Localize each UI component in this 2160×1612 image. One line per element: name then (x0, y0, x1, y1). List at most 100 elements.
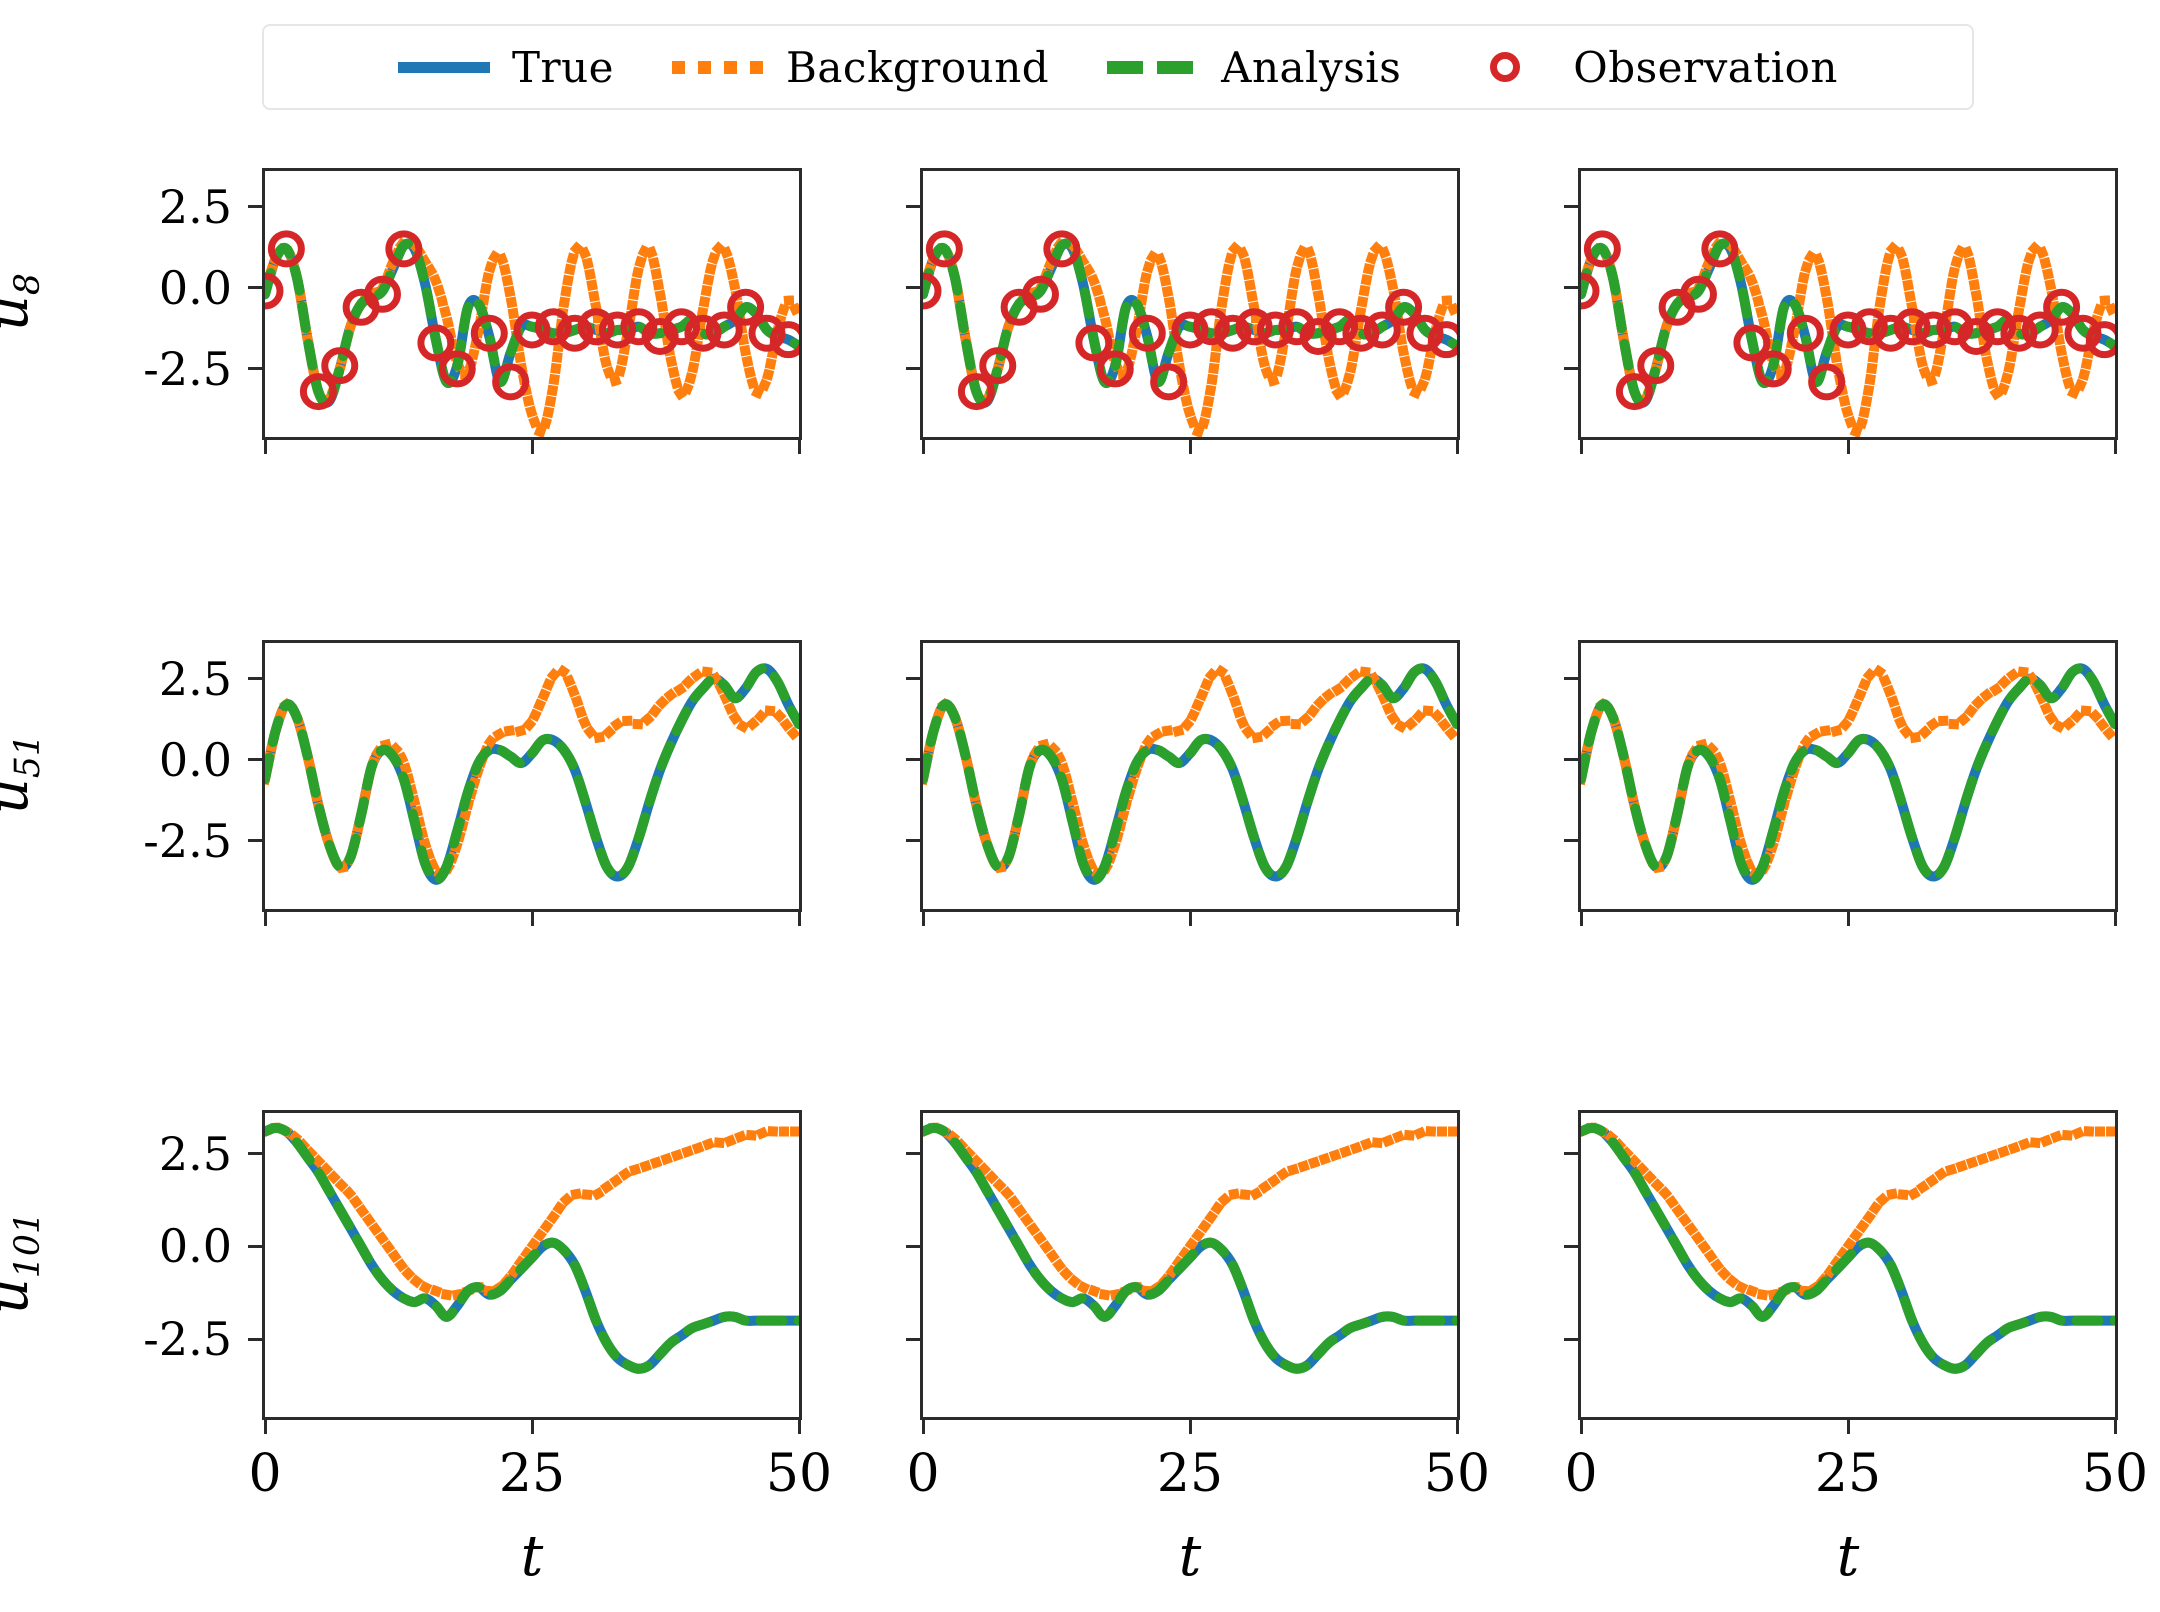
x-tick-mark (1579, 912, 1583, 926)
y-axis-label: u8 (0, 212, 48, 392)
plot-canvas (265, 663, 799, 885)
plot-panel-r2-c2 (1578, 1110, 2118, 1420)
y-axis-label-subscript: 8 (8, 273, 49, 296)
x-tick-label: 25 (1156, 1444, 1224, 1504)
x-tick-mark (1846, 1420, 1850, 1434)
x-tick-mark (1579, 1420, 1583, 1434)
y-tick-label: 0.0 (158, 1219, 232, 1274)
x-tick-mark (797, 1420, 801, 1434)
x-tick-mark (921, 1420, 925, 1434)
x-tick-label: 0 (248, 1444, 282, 1504)
y-tick-mark (906, 1337, 920, 1341)
x-tick-mark (1455, 1420, 1459, 1434)
series-line-true (923, 663, 1457, 885)
plot-canvas (265, 230, 799, 437)
y-tick-mark (248, 286, 262, 290)
x-tick-mark (1188, 912, 1192, 926)
x-tick-mark (263, 912, 267, 926)
x-tick-mark (797, 912, 801, 926)
x-tick-mark (2113, 912, 2117, 926)
x-tick-mark (2113, 1420, 2117, 1434)
plot-panel-r1-c2 (1578, 640, 2118, 912)
series-line-background (1581, 665, 2115, 879)
plot-panel-r2-c1 (920, 1110, 1460, 1420)
y-tick-mark (248, 1244, 262, 1248)
y-tick-mark (906, 677, 920, 681)
y-tick-mark (1564, 839, 1578, 843)
x-tick-label: 25 (1814, 1444, 1882, 1504)
y-axis-label: u51 (0, 684, 48, 864)
series-line-true (265, 663, 799, 885)
y-tick-label: 2.5 (158, 179, 232, 234)
y-tick-mark (248, 205, 262, 209)
x-tick-mark (921, 440, 925, 454)
plot-panel-r1-c0 (262, 640, 802, 912)
y-tick-mark (906, 286, 920, 290)
y-tick-mark (248, 1337, 262, 1341)
plot-panel-r0-c0 (262, 168, 802, 440)
x-tick-mark (263, 1420, 267, 1434)
series-line-analysis (923, 663, 1457, 885)
y-tick-mark (1564, 367, 1578, 371)
series-line-analysis (265, 663, 799, 885)
plot-canvas (1581, 1122, 2115, 1374)
plot-canvas (923, 1122, 1457, 1374)
plot-panel-r2-c0 (262, 1110, 802, 1420)
y-tick-label: -2.5 (143, 341, 232, 396)
y-tick-mark (248, 677, 262, 681)
y-tick-mark (248, 758, 262, 762)
y-tick-mark (906, 1152, 920, 1156)
x-tick-label: 25 (498, 1444, 566, 1504)
y-tick-mark (248, 1152, 262, 1156)
y-tick-mark (1564, 1337, 1578, 1341)
y-tick-mark (906, 205, 920, 209)
panel-grid: 2.50.0-2.5u82.50.0-2.5u512.50.0-2.502550… (0, 0, 2160, 1612)
y-tick-mark (1564, 286, 1578, 290)
plot-canvas (1581, 663, 2115, 885)
x-axis-label: t (1178, 1524, 1202, 1589)
y-tick-mark (1564, 1244, 1578, 1248)
series-line-background (265, 665, 799, 879)
y-tick-mark (1564, 1152, 1578, 1156)
y-axis-label-subscript: 51 (8, 733, 49, 779)
x-tick-mark (530, 440, 534, 454)
x-tick-mark (530, 1420, 534, 1434)
y-axis-label-base: u (0, 295, 41, 331)
plot-panel-r1-c1 (920, 640, 1460, 912)
x-tick-mark (1846, 912, 1850, 926)
y-axis-label: u101 (0, 1173, 48, 1353)
x-tick-mark (263, 440, 267, 454)
x-tick-mark (2113, 440, 2117, 454)
x-tick-mark (1455, 912, 1459, 926)
series-line-true (1581, 663, 2115, 885)
y-axis-label-base: u (0, 1278, 41, 1314)
y-tick-label: 0.0 (158, 260, 232, 315)
plot-canvas (923, 663, 1457, 885)
series-line-background (923, 665, 1457, 879)
series-line-analysis (1581, 663, 2115, 885)
x-tick-label: 0 (1564, 1444, 1598, 1504)
y-tick-label: 2.5 (158, 651, 232, 706)
x-tick-mark (1455, 440, 1459, 454)
x-tick-mark (1188, 1420, 1192, 1434)
y-tick-mark (906, 839, 920, 843)
y-axis-label-base: u (0, 778, 41, 814)
plot-canvas (265, 1122, 799, 1374)
y-tick-mark (906, 367, 920, 371)
figure-root: True Background Analysis Observation 2.5… (0, 0, 2160, 1612)
y-axis-label-subscript: 101 (8, 1211, 49, 1279)
y-tick-mark (906, 1244, 920, 1248)
y-tick-mark (906, 758, 920, 762)
y-tick-label: -2.5 (143, 813, 232, 868)
plot-panel-r0-c2 (1578, 168, 2118, 440)
plot-panel-r0-c1 (920, 168, 1460, 440)
y-tick-mark (248, 367, 262, 371)
x-tick-mark (921, 912, 925, 926)
y-tick-label: 2.5 (158, 1126, 232, 1181)
x-axis-label: t (1836, 1524, 1860, 1589)
x-tick-label: 50 (2081, 1444, 2149, 1504)
y-tick-mark (1564, 758, 1578, 762)
x-tick-mark (1579, 440, 1583, 454)
y-tick-label: 0.0 (158, 732, 232, 787)
x-tick-mark (1188, 440, 1192, 454)
